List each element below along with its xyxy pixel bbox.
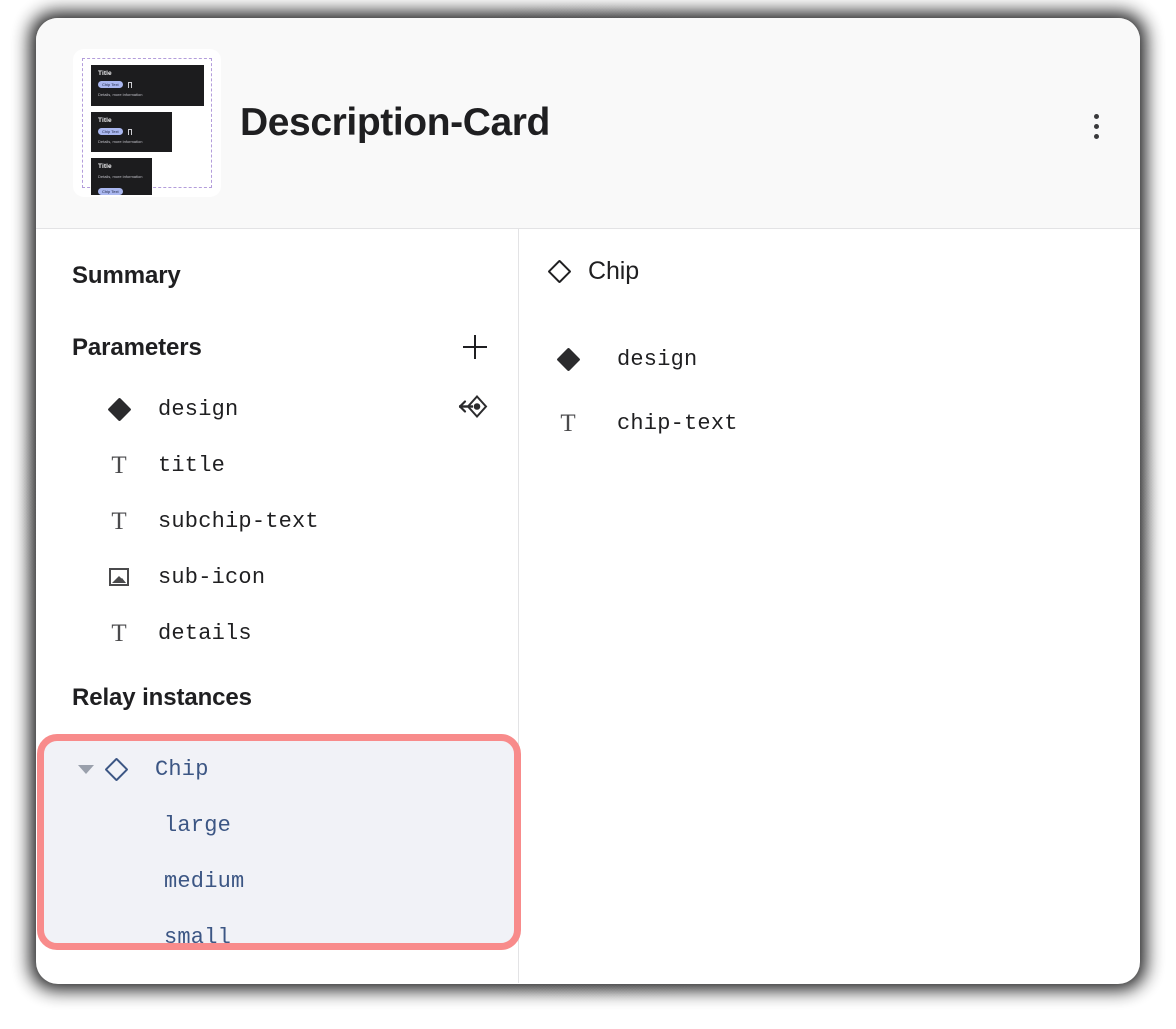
- mini-card-chip: Chip Text: [98, 128, 123, 135]
- left-pane: Summary Parameters design T title T subc…: [36, 229, 521, 983]
- right-pane-row-design[interactable]: design: [519, 327, 1140, 391]
- page-title: Description-Card: [240, 101, 550, 144]
- relay-instance-row-small[interactable]: small: [44, 909, 514, 965]
- parameter-row-details[interactable]: T details: [36, 605, 518, 661]
- text-icon: T: [111, 451, 127, 479]
- kebab-menu-icon[interactable]: [1082, 106, 1110, 146]
- relay-instance-label: medium: [164, 868, 245, 894]
- thumbnail-dashed-frame: Title Chip Text Details, more informatio…: [82, 58, 212, 195]
- section-relay-instances-heading: Relay instances: [72, 684, 252, 711]
- parameter-row-title[interactable]: T title: [36, 437, 518, 493]
- add-parameter-button[interactable]: [456, 328, 494, 366]
- component-thumbnail[interactable]: Title Chip Text Details, more informatio…: [73, 49, 221, 197]
- chevron-down-icon[interactable]: [78, 764, 94, 774]
- mini-card-details: Details, more information: [98, 174, 143, 179]
- diamond-outline-icon: [104, 756, 129, 782]
- parameter-label: subchip-text: [158, 508, 319, 534]
- card-body: Summary Parameters design T title T subc…: [36, 229, 1140, 983]
- relay-instance-label: Chip: [155, 756, 209, 782]
- right-pane-item-label: design: [617, 346, 698, 372]
- parameter-label: sub-icon: [158, 564, 266, 590]
- right-pane-item-label: chip-text: [617, 410, 738, 436]
- section-parameters-heading: Parameters: [72, 334, 202, 361]
- screenshot-root: Title Chip Text Details, more informatio…: [0, 0, 1176, 1029]
- text-icon: T: [560, 409, 576, 437]
- mini-card-chip: Chip Text: [98, 188, 123, 195]
- section-summary-heading: Summary: [72, 262, 181, 289]
- relay-instance-label: large: [164, 812, 232, 838]
- mini-card-title: Title: [98, 163, 112, 170]
- parameters-list: design T title T subchip-text sub-icon T…: [36, 381, 518, 661]
- relay-instance-row-chip[interactable]: Chip: [44, 741, 514, 797]
- thumbnail-mini-card-medium: Title Chip Text Details, more informatio…: [91, 112, 172, 152]
- text-icon: T: [111, 507, 127, 535]
- parameter-row-subchip-text[interactable]: T subchip-text: [36, 493, 518, 549]
- parameter-label: details: [158, 620, 252, 646]
- component-detail-card: Title Chip Text Details, more informatio…: [36, 18, 1140, 984]
- relay-instance-label: small: [164, 924, 232, 950]
- parameter-row-sub-icon[interactable]: sub-icon: [36, 549, 518, 605]
- bookmark-icon: [127, 81, 132, 88]
- relay-instance-row-large[interactable]: large: [44, 797, 514, 853]
- text-icon: T: [111, 619, 127, 647]
- kebab-dot: [1093, 113, 1099, 119]
- right-pane-list: design T chip-text: [519, 327, 1140, 455]
- mini-card-title: Title: [98, 70, 112, 77]
- right-pane-title: Chip: [588, 257, 640, 285]
- mini-card-row: Chip Text: [98, 81, 198, 88]
- parameter-label: design: [158, 396, 239, 422]
- bookmark-icon: [127, 128, 132, 135]
- mini-card-row: Chip Text: [98, 128, 166, 135]
- diamond-outline-icon: [547, 259, 572, 284]
- relay-instance-row-medium[interactable]: medium: [44, 853, 514, 909]
- card-header: Title Chip Text Details, more informatio…: [36, 18, 1140, 229]
- relay-instances-highlight-panel: Chip large medium small: [37, 734, 521, 950]
- image-icon: [106, 568, 132, 586]
- parameter-label: title: [158, 452, 226, 478]
- thumbnail-mini-card-large: Title Chip Text Details, more informatio…: [91, 65, 204, 106]
- right-pane: Chip design T chip-text: [519, 229, 1140, 983]
- kebab-dot: [1093, 133, 1099, 139]
- kebab-dot: [1093, 123, 1099, 129]
- parameter-row-design[interactable]: design: [36, 381, 518, 437]
- diamond-filled-icon: [555, 346, 581, 372]
- mini-card-details: Details, more information: [98, 139, 143, 144]
- mini-card-details: Details, more information: [98, 92, 143, 97]
- right-pane-header: Chip: [547, 257, 640, 286]
- mini-card-title: Title: [98, 117, 112, 124]
- diamond-filled-icon: [106, 396, 132, 422]
- instance-swap-icon[interactable]: [456, 391, 488, 428]
- thumbnail-mini-card-small: Title Details, more information Chip Tex…: [91, 158, 152, 195]
- right-pane-row-chip-text[interactable]: T chip-text: [519, 391, 1140, 455]
- mini-card-chip: Chip Text: [98, 81, 123, 88]
